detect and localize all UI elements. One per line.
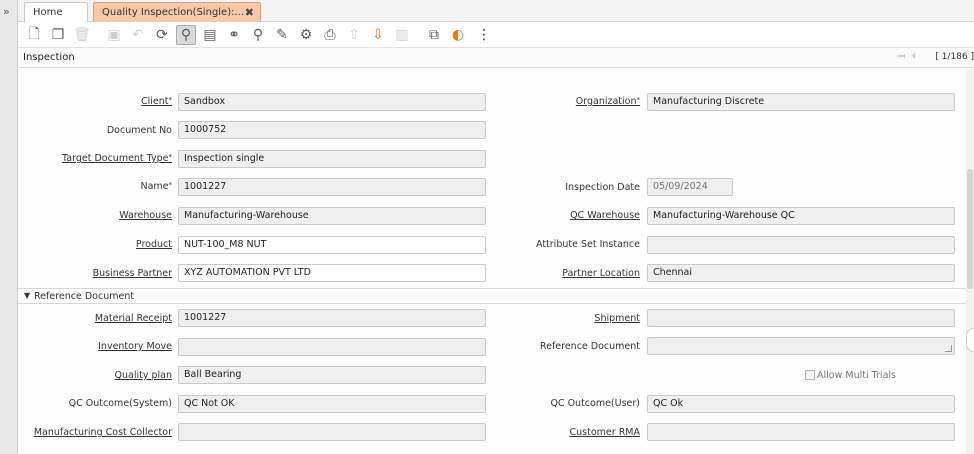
attribute-set-instance-label: Attribute Set Instance (536, 239, 640, 250)
warehouse-label[interactable]: Warehouse (119, 210, 172, 221)
reference-document-section[interactable]: ▼ Reference Document (18, 288, 974, 304)
undo-icon[interactable]: ↶ (128, 25, 148, 45)
product-label[interactable]: Product (136, 239, 172, 250)
tab-quality-inspection[interactable]: Quality Inspection(Single):... ✖ (93, 2, 261, 22)
delete-icon[interactable]: 🗑 (72, 25, 92, 45)
report-icon[interactable]: ◐ (448, 25, 468, 45)
inventory-move-label[interactable]: Inventory Move (98, 341, 172, 352)
copy-record-icon[interactable]: ❐ (48, 25, 68, 45)
chat-icon[interactable]: ✎ (272, 25, 292, 45)
reference-document-title: Reference Document (34, 291, 135, 302)
name-field[interactable]: 1001227 (178, 178, 486, 196)
find-icon[interactable]: ⚲ (176, 25, 196, 45)
material-receipt-label[interactable]: Material Receipt (95, 313, 172, 324)
allow-multi-trials-checkbox[interactable] (805, 370, 815, 380)
workflow-icon[interactable]: ⧉ (424, 25, 444, 45)
vertical-scrollbar[interactable] (966, 69, 974, 454)
window-title-bar: Inspection ⏮⏴ [ 1/186 ] (18, 48, 974, 68)
next-record-icon[interactable]: ⇩ (368, 25, 388, 45)
qc-outcome-user-label: QC Outcome(User) (550, 398, 640, 409)
name-label: Name* (140, 181, 172, 192)
target-doc-type-field[interactable]: Inspection single (178, 150, 486, 168)
organization-label[interactable]: Organization* (576, 96, 640, 107)
shipment-field[interactable] (647, 309, 955, 327)
customer-rma-field[interactable] (647, 423, 955, 441)
qc-outcome-system-label: QC Outcome(System) (68, 398, 172, 409)
inspection-form: Client* Sandbox Organization* Manufactur… (18, 69, 974, 454)
grid-toggle-icon[interactable]: ▤ (200, 25, 220, 45)
collapse-triangle-icon[interactable]: ▼ (24, 291, 30, 300)
document-no-label: Document No (106, 125, 172, 136)
attachment-icon[interactable]: ⚭ (224, 25, 244, 45)
quality-plan-field[interactable]: Ball Bearing (178, 366, 486, 384)
expand-panel-icon[interactable]: » (3, 5, 10, 18)
side-panel-strip: » (0, 0, 18, 454)
toolbar: 🗋 ❐ 🗑 ▣ ↶ ⟳ ⚲ ▤ ⚭ ⚲ ✎ ⚙ ⎙ ⇧ ⇩ ▥ ⧉ ◐ ⋮ (18, 22, 974, 48)
tab-home[interactable]: Home (99) (24, 2, 88, 37)
side-panel-handle[interactable] (966, 328, 974, 352)
document-no-field[interactable]: 1000752 (178, 121, 486, 139)
qc-warehouse-field[interactable]: Manufacturing-Warehouse QC (647, 207, 955, 225)
reference-document-label: Reference Document (539, 341, 640, 352)
refresh-icon[interactable]: ⟳ (152, 25, 172, 45)
scrollbar-thumb[interactable] (967, 169, 973, 289)
warehouse-field[interactable]: Manufacturing-Warehouse (178, 207, 486, 225)
target-doc-type-label[interactable]: Target Document Type* (62, 153, 172, 164)
partner-location-label[interactable]: Partner Location (562, 268, 640, 279)
attribute-set-instance-field[interactable] (647, 236, 955, 254)
reference-document-field[interactable] (647, 337, 955, 355)
business-partner-label[interactable]: Business Partner (93, 268, 172, 279)
inspection-date-field[interactable]: 05/09/2024 (647, 178, 733, 196)
quality-plan-label[interactable]: Quality plan (115, 370, 172, 381)
process-icon[interactable]: ⚙ (296, 25, 316, 45)
material-receipt-field[interactable]: 1001227 (178, 309, 486, 327)
manufacturing-cost-collector-field[interactable] (178, 423, 486, 441)
archive-icon[interactable]: ▥ (392, 25, 412, 45)
zoom-icon[interactable]: ⚲ (248, 25, 268, 45)
previous-record-icon[interactable]: ⇧ (344, 25, 364, 45)
manufacturing-cost-collector-label[interactable]: Manufacturing Cost Collector (34, 427, 172, 438)
more-icon[interactable]: ⋮ (474, 25, 494, 45)
tab-quality-inspection-label: Quality Inspection(Single):... (102, 7, 245, 18)
client-field[interactable]: Sandbox (178, 93, 486, 111)
inspection-date-label: Inspection Date (565, 182, 640, 193)
qc-warehouse-label[interactable]: QC Warehouse (570, 210, 640, 221)
allow-multi-trials-label: Allow Multi Trials (817, 370, 896, 381)
tab-bar: Home (99) Quality Inspection(Single):...… (18, 0, 974, 37)
window-title: Inspection (23, 52, 75, 63)
save-icon[interactable]: ▣ (104, 25, 124, 45)
qc-outcome-user-field[interactable]: QC Ok (647, 395, 955, 413)
partner-location-field[interactable]: Chennai (647, 264, 955, 282)
client-label[interactable]: Client* (141, 96, 172, 107)
close-tab-icon[interactable]: ✖ (245, 3, 254, 22)
shipment-label[interactable]: Shipment (594, 313, 640, 324)
print-icon[interactable]: ⎙ (320, 25, 340, 45)
product-field[interactable]: NUT-100_M8 NUT (178, 236, 486, 254)
customer-rma-label[interactable]: Customer RMA (570, 427, 640, 438)
app-window: » Home (99) Quality Inspection(Single):.… (0, 0, 974, 454)
organization-field[interactable]: Manufacturing Discrete (647, 93, 955, 111)
business-partner-field[interactable]: XYZ AUTOMATION PVT LTD (178, 264, 486, 282)
new-record-icon[interactable]: 🗋 (24, 25, 44, 45)
qc-outcome-system-field[interactable]: QC Not OK (178, 395, 486, 413)
inventory-move-field[interactable] (178, 338, 486, 356)
record-counter: [ 1/186 ] (935, 52, 974, 62)
record-nav-icons[interactable]: ⏮⏴ (897, 52, 922, 62)
